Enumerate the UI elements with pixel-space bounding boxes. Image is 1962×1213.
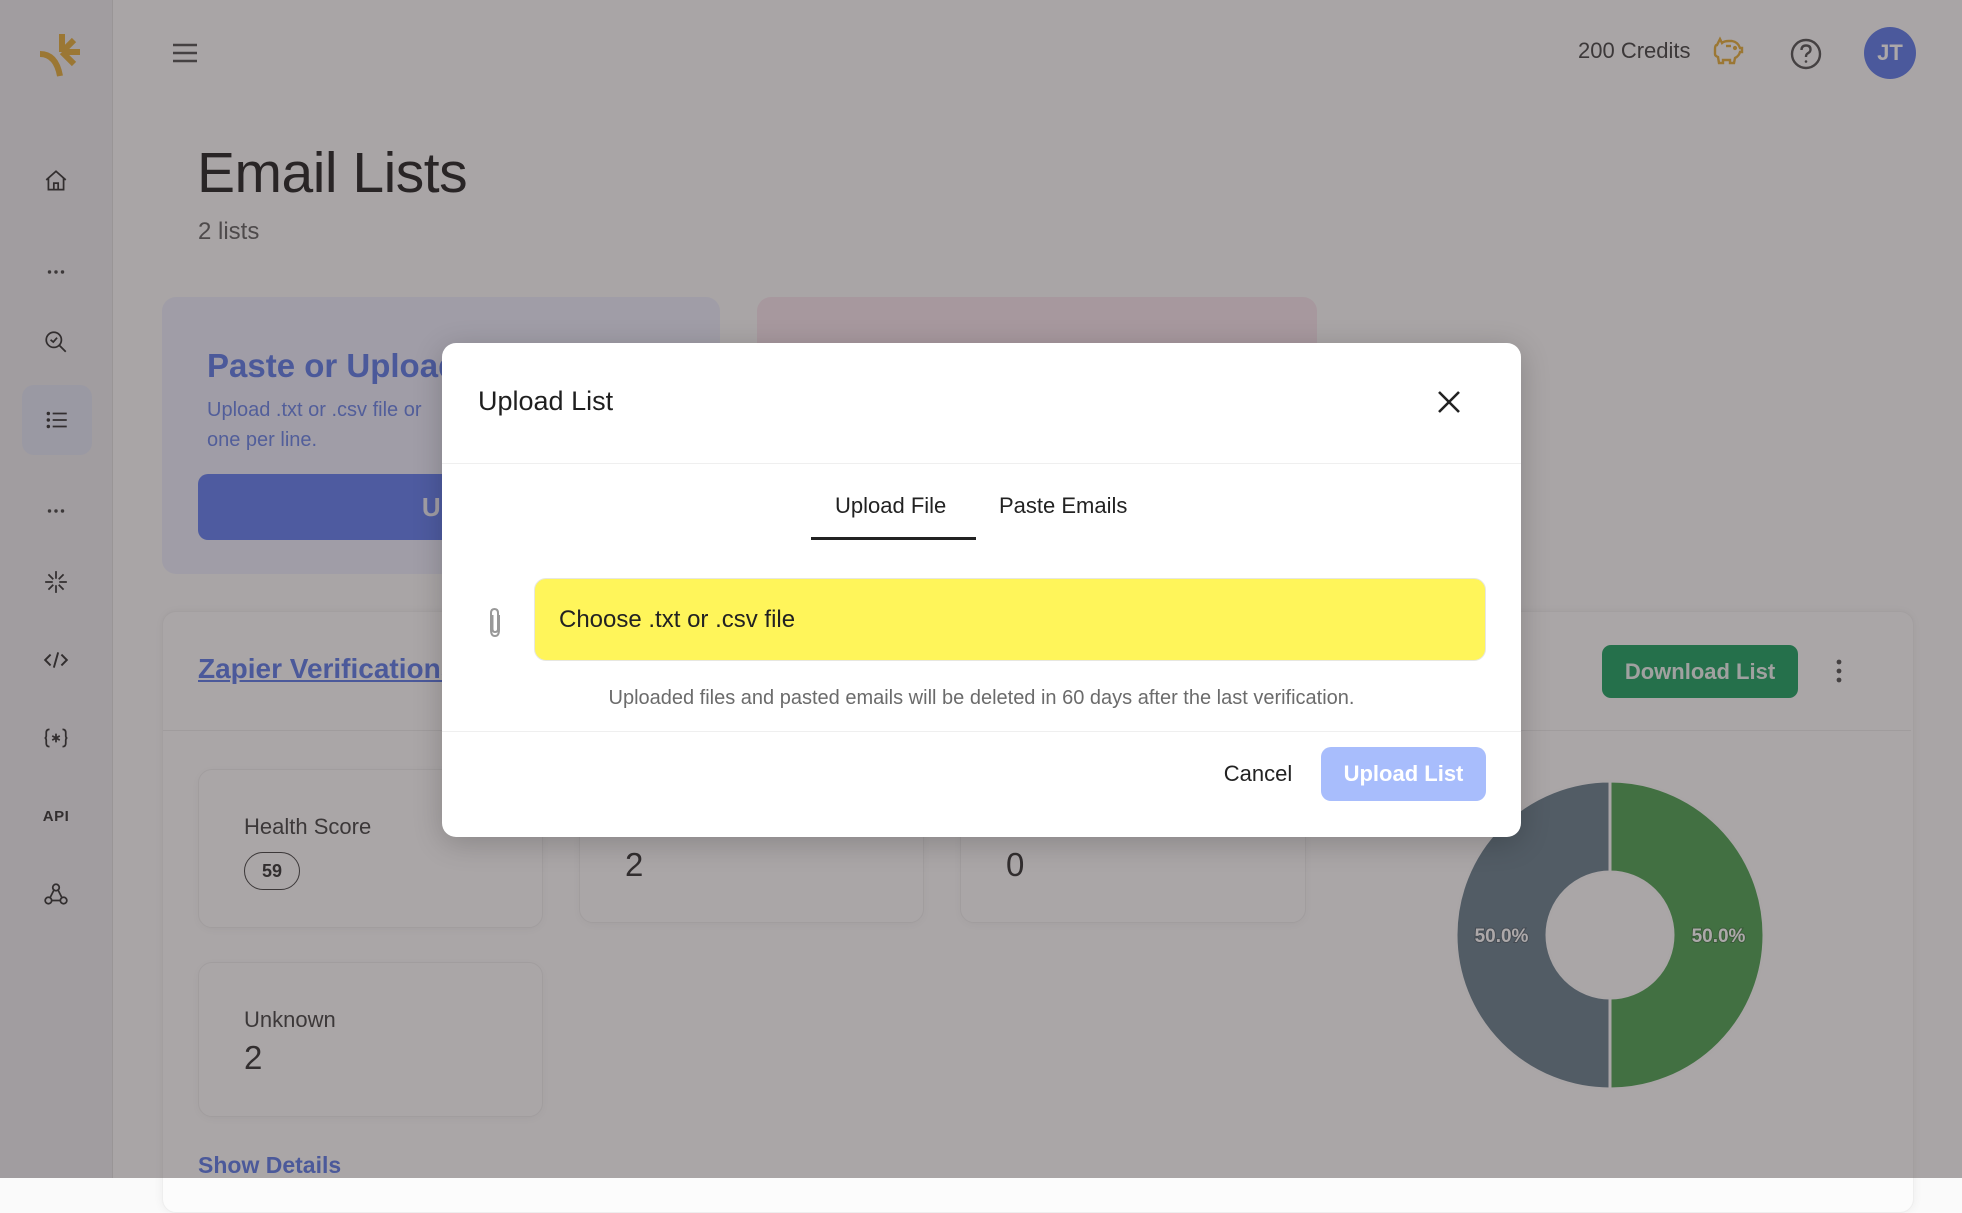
close-icon [1438,391,1460,413]
upload-list-modal: Upload List Upload File Paste Emails Cho… [442,343,1521,837]
tab-upload-file[interactable]: Upload File [835,493,946,519]
modal-footer-divider [442,731,1521,732]
tab-paste-emails[interactable]: Paste Emails [999,493,1127,519]
modal-header-divider [442,463,1521,464]
close-button[interactable] [1435,388,1463,416]
paperclip-icon [484,605,506,639]
modal-title: Upload List [478,386,614,416]
upload-list-button[interactable]: Upload List [1321,747,1486,801]
cancel-button[interactable]: Cancel [1198,747,1318,801]
retention-note: Uploaded files and pasted emails will be… [608,687,1355,709]
active-tab-indicator [811,537,976,540]
file-chooser-input[interactable]: Choose .txt or .csv file [534,578,1486,661]
